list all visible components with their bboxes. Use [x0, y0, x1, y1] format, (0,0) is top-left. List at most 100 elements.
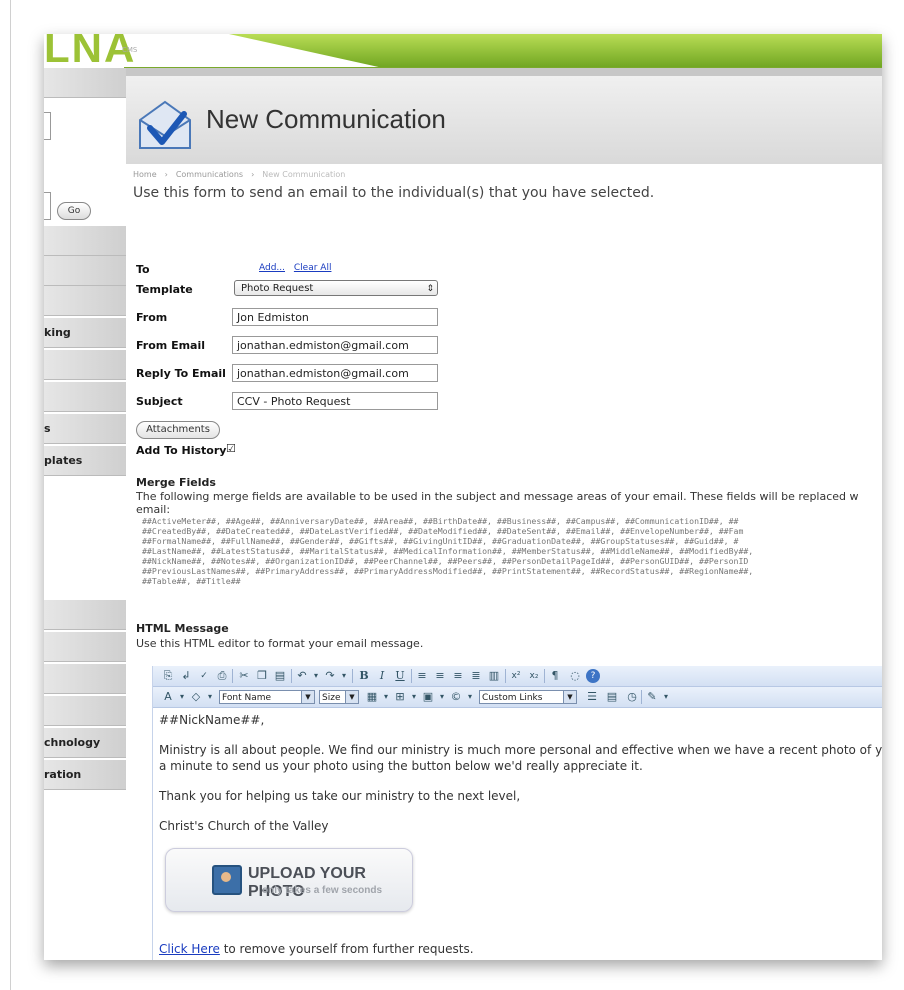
- merge-line: ##LastName##, ##LatestStatus##, ##Marita…: [142, 546, 754, 556]
- sidebar-item[interactable]: s: [44, 414, 126, 444]
- time-icon[interactable]: ◷: [625, 690, 639, 704]
- insert-dropdown-icon[interactable]: ▾: [407, 690, 421, 704]
- body-paragraph-1-cont: a minute to send us your photo using the…: [159, 759, 643, 773]
- sidebar-item[interactable]: [44, 696, 126, 726]
- symbol-icon[interactable]: ©: [449, 690, 463, 704]
- sidebar: Go king s plates chnology ration: [44, 68, 126, 960]
- font-color-icon[interactable]: A: [161, 690, 175, 704]
- add-to-history-label: Add To History: [136, 444, 227, 457]
- subscript-icon[interactable]: x₂: [527, 669, 541, 683]
- list-icon[interactable]: ☰: [585, 690, 599, 704]
- align-left-icon[interactable]: ≡: [415, 669, 429, 683]
- reply-to-email-field[interactable]: jonathan.edmiston@gmail.com: [232, 364, 438, 382]
- template-selected-value: Photo Request: [241, 283, 314, 294]
- insert-icon[interactable]: ⊞: [393, 690, 407, 704]
- sidebar-item[interactable]: king: [44, 318, 126, 348]
- help-icon[interactable]: ◌: [568, 669, 582, 683]
- new-document-icon[interactable]: ⎘: [161, 669, 175, 683]
- merge-line: ##Table##, ##Title##: [142, 576, 241, 586]
- symbol-dropdown-icon[interactable]: ▾: [463, 690, 477, 704]
- intro-text: Use this form to send an email to the in…: [133, 185, 655, 201]
- redo-dropdown-icon[interactable]: ▾: [337, 669, 351, 683]
- main-content: New Communication Home › Communications › Ne…: [126, 68, 882, 960]
- about-icon[interactable]: ?: [586, 669, 600, 683]
- add-to-history-checkbox[interactable]: ☑: [226, 442, 236, 455]
- image-dropdown-icon[interactable]: ▾: [435, 690, 449, 704]
- bold-icon[interactable]: B: [357, 669, 371, 683]
- breadcrumb-separator: ›: [164, 170, 168, 179]
- sidebar-search-input[interactable]: [44, 112, 51, 140]
- sidebar-item-technology[interactable]: chnology: [44, 728, 126, 758]
- highlight-dropdown-icon[interactable]: ▾: [203, 690, 217, 704]
- sidebar-item[interactable]: [44, 632, 126, 662]
- sidebar-search-field[interactable]: [44, 192, 51, 220]
- font-name-select[interactable]: Font Name ▼: [219, 690, 315, 704]
- banner-green-band: [229, 34, 882, 68]
- sidebar-item[interactable]: [44, 600, 126, 630]
- image-manager-icon[interactable]: ▣: [421, 690, 435, 704]
- custom-links-select[interactable]: Custom Links ▼: [479, 690, 577, 704]
- font-color-dropdown-icon[interactable]: ▾: [175, 690, 189, 704]
- cut-icon[interactable]: ✂: [237, 669, 251, 683]
- superscript-icon[interactable]: x²: [509, 669, 523, 683]
- redo-icon[interactable]: ↷: [323, 669, 337, 683]
- undo-dropdown-icon[interactable]: ▾: [309, 669, 323, 683]
- sidebar-item-s[interactable]: plates: [44, 446, 126, 476]
- print-icon[interactable]: ⎙: [215, 669, 229, 683]
- date-icon[interactable]: ▤: [605, 690, 619, 704]
- from-email-label: From Email: [136, 339, 206, 352]
- paste-icon[interactable]: ▤: [273, 669, 287, 683]
- highlight-color-icon[interactable]: ◇: [189, 690, 203, 704]
- table-icon[interactable]: ▦: [365, 690, 379, 704]
- italic-icon[interactable]: I: [375, 669, 389, 683]
- merge-line: ##CreatedBy##, ##DateCreated##, ##DateLa…: [142, 526, 744, 536]
- sidebar-item-administration[interactable]: ration: [44, 760, 126, 790]
- template-select[interactable]: Photo Request ⇕: [234, 280, 438, 296]
- window-left-edge: [10, 0, 11, 990]
- breadcrumb-communications[interactable]: Communications: [176, 170, 243, 179]
- subject-field[interactable]: CCV - Photo Request: [232, 392, 438, 410]
- font-size-select[interactable]: Size ▼: [319, 690, 359, 704]
- sidebar-item[interactable]: [44, 382, 126, 412]
- toolbar-separator: [352, 669, 353, 683]
- format-stripper-dropdown-icon[interactable]: ▾: [659, 690, 673, 704]
- signature-line: Christ's Church of the Valley: [159, 819, 329, 833]
- justify-full-icon[interactable]: ▥: [487, 669, 501, 683]
- format-stripper-icon[interactable]: ✎: [645, 690, 659, 704]
- sidebar-item[interactable]: [44, 664, 126, 694]
- page-header: New Communication: [126, 68, 882, 164]
- align-justify-icon[interactable]: ≣: [469, 669, 483, 683]
- reply-to-label: Reply To Email: [136, 367, 226, 380]
- sidebar-item-tracking[interactable]: [44, 350, 126, 380]
- undo-icon[interactable]: ↶: [295, 669, 309, 683]
- template-label: Template: [136, 283, 193, 296]
- align-right-icon[interactable]: ≡: [451, 669, 465, 683]
- sidebar-item[interactable]: [44, 226, 126, 256]
- attachments-button[interactable]: Attachments: [136, 421, 220, 439]
- paste-word-icon[interactable]: ↲: [179, 669, 193, 683]
- sidebar-item[interactable]: [44, 68, 126, 98]
- go-button[interactable]: Go: [57, 202, 91, 220]
- sidebar-item[interactable]: [44, 286, 126, 316]
- unsubscribe-line: Click Here to remove yourself from furth…: [159, 941, 474, 957]
- copy-icon[interactable]: ❐: [255, 669, 269, 683]
- table-dropdown-icon[interactable]: ▾: [379, 690, 393, 704]
- click-here-link[interactable]: Click Here: [159, 942, 220, 956]
- underline-icon[interactable]: U: [393, 669, 407, 683]
- merge-line: ##NickName##, ##Notes##, ##OrganizationI…: [142, 556, 749, 566]
- merge-fields-desc: The following merge fields are available…: [136, 490, 859, 503]
- breadcrumb-home[interactable]: Home: [133, 170, 157, 179]
- sidebar-item[interactable]: [44, 256, 126, 286]
- add-recipient-link[interactable]: Add...: [259, 263, 285, 273]
- spellcheck-icon[interactable]: ✓: [197, 669, 211, 683]
- align-center-icon[interactable]: ≡: [433, 669, 447, 683]
- paragraph-format-icon[interactable]: ¶: [548, 669, 562, 683]
- from-email-field[interactable]: jonathan.edmiston@gmail.com: [232, 336, 438, 354]
- from-name-field[interactable]: Jon Edmiston: [232, 308, 438, 326]
- clear-all-link[interactable]: Clear All: [294, 263, 332, 273]
- upload-photo-button[interactable]: UPLOAD YOUR PHOTO only takes a few secon…: [165, 848, 413, 912]
- toolbar-separator: [544, 669, 545, 683]
- upload-photo-subtitle: only takes a few seconds: [262, 885, 383, 896]
- merge-line: ##FormalName##, ##FullName##, ##Gender##…: [142, 536, 739, 546]
- custom-links-value: Custom Links: [482, 693, 543, 703]
